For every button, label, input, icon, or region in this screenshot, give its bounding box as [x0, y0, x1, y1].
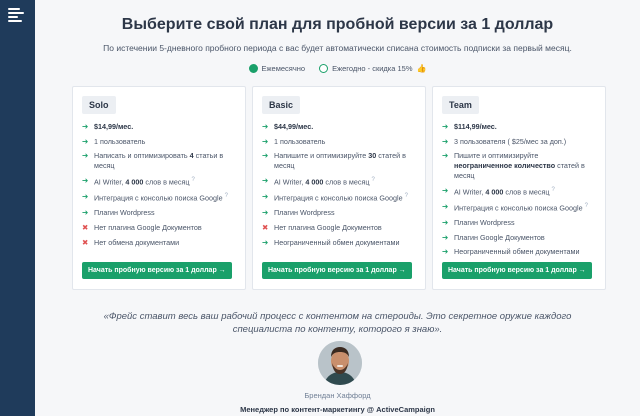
monthly-label: Ежемесячно	[261, 64, 306, 73]
feature-gsc: ➔ Интеграция с консолью поиска Google?	[262, 191, 408, 203]
feature-wordpress: ➔ Плагин Wordpress	[442, 217, 515, 227]
feature-ai-writer: ➔ AI Writer, 4 000 слов в месяц?	[82, 175, 195, 187]
feature-gdocs: ✖ Нет плагина Google Документов	[262, 222, 382, 232]
plan-name: Basic	[262, 96, 301, 114]
feature-wordpress: ➔ Плагин Wordpress	[82, 208, 155, 218]
feature-users: ➔ 1 пользователь	[82, 136, 146, 146]
plan-name: Solo	[82, 96, 116, 114]
question-icon[interactable]: ?	[371, 177, 374, 183]
plans-list: Solo ➔ $14,99/мес. ➔ 1 пользователь ➔ Напис…	[72, 86, 606, 290]
plan-card-team: Team ➔ $114,99/мес. ➔ 3 пользователя ( $25…	[432, 86, 606, 290]
sidebar	[0, 0, 35, 416]
question-icon[interactable]: ?	[551, 187, 554, 193]
plan-card-solo: Solo ➔ $14,99/мес. ➔ 1 пользователь ➔ Напис…	[72, 86, 246, 290]
testimonial-quote: «Фрейс ставит весь ваш рабочий процесс с…	[103, 311, 572, 336]
feature-wordpress: ➔ Плагин Wordpress	[262, 208, 335, 218]
author-name: Брендан Хаффорд	[304, 391, 371, 400]
main-content: Выберите свой план для пробной версии за…	[35, 0, 640, 416]
check-arrow-icon: ➔	[442, 151, 449, 161]
feature-gdocs: ➔ Плагин Google Документов	[442, 232, 545, 242]
plan-card-basic: Basic ➔ $44,99/мес. ➔ 1 пользователь ➔ Напи…	[252, 86, 426, 290]
question-icon[interactable]: ?	[405, 193, 408, 199]
billing-monthly-option[interactable]: Ежемесячно	[248, 64, 306, 73]
feature-ai-writer: ➔ AI Writer, 4 000 слов в месяц?	[262, 175, 375, 187]
start-trial-button-team[interactable]: Начать пробную версию за 1 доллар →	[442, 262, 592, 279]
thumbs-up-icon: 👍	[416, 64, 427, 73]
feature-articles: ➔ Напишите и оптимизируйте 30 статей в ме…	[262, 151, 406, 171]
feature-ai-writer: ➔ AI Writer, 4 000 слов в месяц?	[442, 185, 555, 196]
yearly-radio[interactable]	[319, 64, 329, 73]
check-arrow-icon: ➔	[442, 247, 449, 257]
monthly-radio[interactable]	[248, 64, 258, 73]
avatar	[318, 341, 362, 385]
billing-toggle: Ежемесячно Ежегодно - скидка 15% 👍	[35, 64, 640, 73]
person-photo-icon	[318, 341, 362, 385]
question-icon[interactable]: ?	[585, 203, 588, 209]
feature-articles: ➔ Написать и оптимизировать 4 статьи в ме…	[82, 151, 224, 171]
check-arrow-icon: ➔	[262, 237, 269, 247]
yearly-label: Ежегодно - скидка 15%	[332, 64, 413, 73]
feature-gsc: ➔ Интеграция с консолью поиска Google?	[82, 191, 228, 203]
check-arrow-icon: ➔	[262, 151, 269, 161]
check-arrow-icon: ➔	[262, 208, 269, 218]
feature-gdocs: ✖ Нет плагина Google Документов	[82, 222, 202, 232]
cross-icon: ✖	[82, 222, 89, 232]
check-arrow-icon: ➔	[82, 151, 89, 161]
page-title: Выберите свой план для пробной версии за…	[121, 16, 554, 33]
start-trial-button-basic[interactable]: Начать пробную версию за 1 доллар →	[262, 262, 412, 279]
page-subtitle: По истечении 5-дневного пробного периода…	[103, 43, 572, 53]
cross-icon: ✖	[262, 222, 269, 232]
feature-price: ➔ $114,99/мес.	[442, 122, 497, 131]
check-arrow-icon: ➔	[82, 122, 89, 131]
check-arrow-icon: ➔	[442, 122, 449, 131]
app-logo[interactable]	[8, 8, 26, 24]
feature-users: ➔ 1 пользователь	[262, 136, 326, 146]
author-role: Менеджер по контент-маркетингу @ ActiveC…	[240, 405, 435, 414]
plan-name: Team	[442, 96, 479, 114]
check-arrow-icon: ➔	[82, 136, 89, 146]
feature-sharing: ✖ Нет обмена документами	[82, 237, 180, 247]
check-arrow-icon: ➔	[82, 208, 89, 218]
check-arrow-icon: ➔	[442, 185, 449, 195]
feature-gsc: ➔ Интеграция с консолью поиска Google?	[442, 201, 588, 213]
feature-sharing: ➔ Неограниченный обмен документами	[442, 247, 580, 257]
check-arrow-icon: ➔	[262, 175, 269, 185]
feature-price: ➔ $14,99/мес.	[82, 122, 134, 131]
check-arrow-icon: ➔	[442, 217, 449, 227]
cross-icon: ✖	[82, 237, 89, 247]
feature-sharing: ➔ Неограниченный обмен документами	[262, 237, 400, 247]
question-icon[interactable]: ?	[225, 193, 228, 199]
billing-yearly-option[interactable]: Ежегодно - скидка 15% 👍	[319, 64, 426, 73]
start-trial-button-solo[interactable]: Начать пробную версию за 1 доллар →	[82, 262, 232, 279]
check-arrow-icon: ➔	[82, 191, 89, 201]
question-icon[interactable]: ?	[191, 177, 194, 183]
feature-price: ➔ $44,99/мес.	[262, 122, 314, 131]
feature-articles: ➔ Пишите и оптимизируйте неограниченное к…	[442, 151, 585, 180]
check-arrow-icon: ➔	[442, 136, 449, 146]
check-arrow-icon: ➔	[442, 201, 449, 211]
check-arrow-icon: ➔	[262, 191, 269, 201]
feature-users: ➔ 3 пользователя ( $25/мес за доп.)	[442, 136, 567, 146]
check-arrow-icon: ➔	[262, 136, 269, 146]
check-arrow-icon: ➔	[262, 122, 269, 131]
check-arrow-icon: ➔	[82, 175, 89, 185]
check-arrow-icon: ➔	[442, 232, 449, 242]
